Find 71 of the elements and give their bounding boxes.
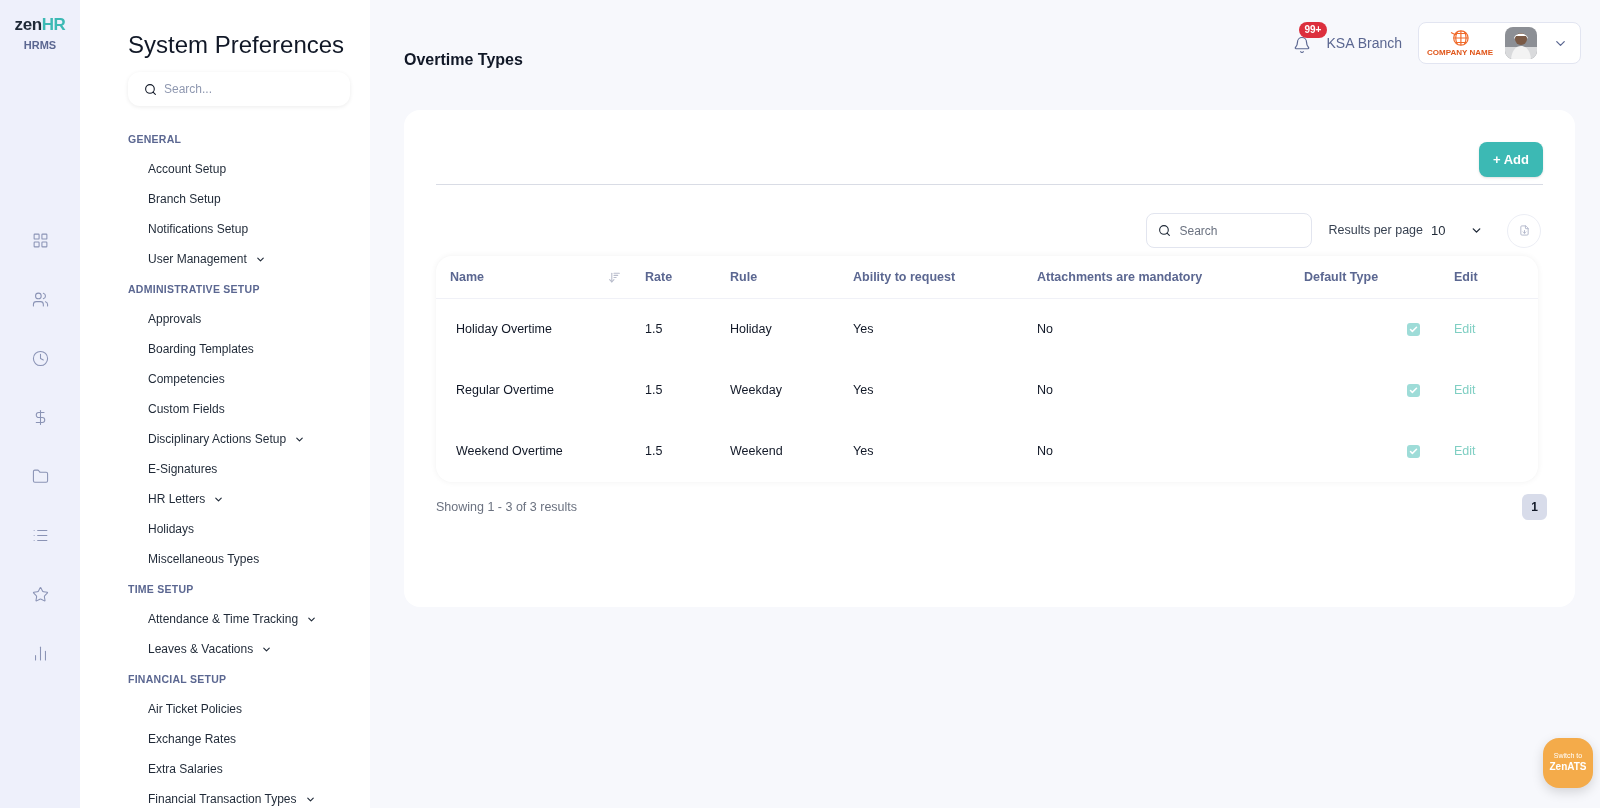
table-cell: No (1037, 322, 1053, 337)
table-cell: Holiday (730, 322, 772, 337)
notification-badge: 99+ (1298, 22, 1328, 38)
sidebar-item[interactable]: Leaves & Vacations (128, 634, 273, 664)
table-cell: Yes (853, 383, 874, 398)
notification-bell-icon[interactable] (1292, 36, 1311, 54)
sidebar-item[interactable]: Notifications Setup (128, 214, 249, 244)
column-header: Rate (645, 268, 673, 286)
default-type-checkbox[interactable] (1407, 445, 1420, 458)
section-heading: GENERAL (128, 132, 183, 147)
results-summary: Showing 1 - 3 of 3 results (436, 498, 578, 516)
sidebar-item[interactable]: Approvals (128, 304, 202, 334)
table-search-field[interactable]: Search (1146, 213, 1313, 248)
table-cell: No (1037, 383, 1053, 398)
column-header: Ability to request (853, 268, 956, 286)
default-type-checkbox[interactable] (1407, 323, 1420, 336)
sidebar-item[interactable]: Competencies (128, 364, 225, 394)
sidebar-item[interactable]: HR Letters (128, 484, 225, 514)
table-cell: 1.5 (645, 444, 663, 459)
sidebar-item[interactable]: Extra Salaries (128, 754, 223, 784)
table-cell: Weekend (730, 444, 783, 459)
page-title: Overtime Types (404, 50, 523, 70)
sidebar-item[interactable]: Exchange Rates (128, 724, 237, 754)
users-icon[interactable] (31, 290, 49, 308)
sidebar-item[interactable]: Branch Setup (128, 184, 221, 214)
sidebar-item[interactable]: Miscellaneous Types (128, 544, 260, 574)
section-heading: ADMINISTRATIVE SETUP (128, 282, 261, 297)
section-heading: TIME SETUP (128, 582, 195, 597)
sidebar-item[interactable]: Attendance & Time Tracking (128, 604, 318, 634)
table-cell: Yes (853, 444, 874, 459)
sidebar-item[interactable]: Disciplinary Actions Setup (128, 424, 306, 454)
column-header: Name (450, 268, 485, 286)
section-heading: FINANCIAL SETUP (128, 672, 228, 687)
star-icon[interactable] (31, 585, 49, 603)
search-icon (1158, 224, 1172, 237)
branch-name[interactable]: KSA Branch (1326, 32, 1402, 54)
sidebar-item[interactable]: Financial Transaction Types (128, 784, 316, 808)
account-menu[interactable]: COMPANY NAME (1418, 22, 1581, 64)
page-button[interactable]: 1 (1522, 494, 1547, 520)
table-cell: No (1037, 444, 1053, 459)
table-cell: Weekend Overtime (456, 444, 563, 459)
sidebar-title: System Preferences (128, 30, 346, 60)
sidebar-item[interactable]: Account Setup (128, 154, 227, 184)
folder-icon[interactable] (31, 467, 49, 485)
column-header: Attachments are mandatory (1037, 268, 1203, 286)
results-per-page-select[interactable]: 10 (1431, 220, 1483, 241)
logo: zenHR (14, 16, 66, 33)
clock-icon[interactable] (31, 349, 49, 367)
sidebar-item[interactable]: Custom Fields (128, 394, 225, 424)
table-cell: Regular Overtime (456, 383, 554, 398)
search-icon (144, 83, 157, 96)
column-header: Default Type (1304, 268, 1379, 286)
grid-icon[interactable] (31, 231, 49, 249)
sidebar-item[interactable]: E-Signatures (128, 454, 218, 484)
table-cell: Yes (853, 322, 874, 337)
sort-icon[interactable] (608, 270, 621, 284)
sidebar-item[interactable]: Holidays (128, 514, 195, 544)
sidebar-item[interactable]: Boarding Templates (128, 334, 254, 364)
sidebar-item[interactable]: Air Ticket Policies (128, 694, 243, 724)
sidebar-search-field[interactable]: Search... (128, 72, 350, 106)
table-cell: 1.5 (645, 383, 663, 398)
column-header: Rule (730, 268, 758, 286)
file-download-icon (1518, 225, 1530, 236)
logo-subtitle: HRMS (23, 38, 57, 53)
sidebar-item[interactable]: User Management (128, 244, 266, 274)
table-cell: Holiday Overtime (456, 322, 552, 337)
default-type-checkbox[interactable] (1407, 384, 1420, 397)
table-cell: 1.5 (645, 322, 663, 337)
table-cell: Weekday (730, 383, 782, 398)
results-per-page-label: Results per page (1328, 222, 1423, 240)
column-header: Edit (1454, 268, 1478, 286)
